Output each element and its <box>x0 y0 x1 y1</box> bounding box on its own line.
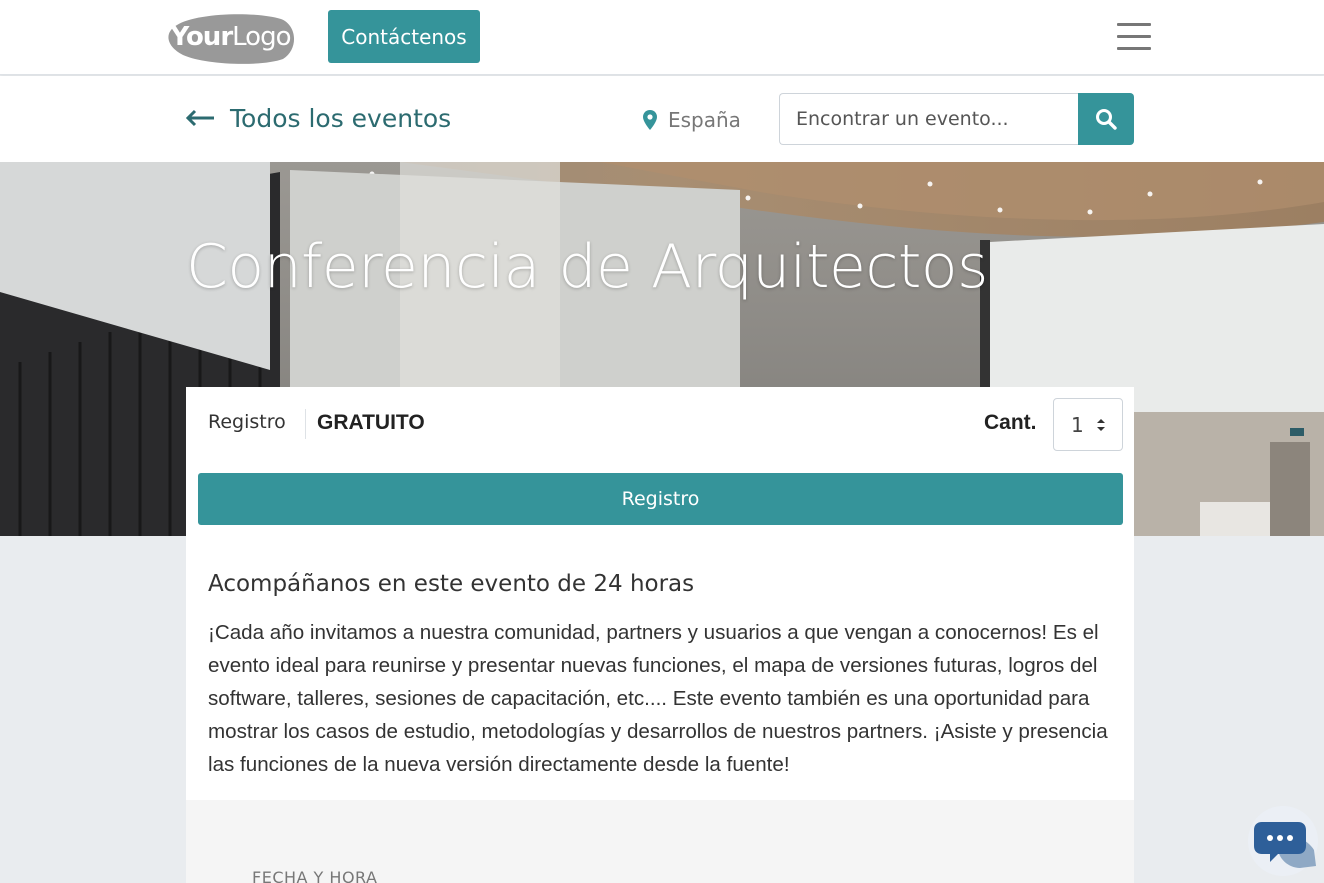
event-search-input[interactable] <box>779 93 1079 145</box>
quantity-label: Cant. <box>984 411 1037 434</box>
all-events-link[interactable]: Todos los eventos <box>186 101 451 135</box>
chat-bubble-icon[interactable] <box>1248 806 1318 876</box>
ticket-price: GRATUITO <box>317 411 425 434</box>
top-header: Your Logo Contáctenos <box>0 0 1324 75</box>
location-label: España <box>668 108 741 132</box>
registration-divider <box>305 409 306 439</box>
logo-text: Your Logo <box>165 9 296 65</box>
logo-text-light: Logo <box>232 22 291 52</box>
event-title: Conferencia de Arquitectos <box>186 232 988 302</box>
search-icon <box>1096 109 1117 130</box>
location-filter[interactable]: España <box>643 106 741 134</box>
map-pin-icon <box>643 110 657 130</box>
contact-button[interactable]: Contáctenos <box>328 10 480 63</box>
quantity-select[interactable]: 1 <box>1053 398 1123 451</box>
sort-caret-icon <box>1097 419 1105 431</box>
chat-icon-graphic <box>1254 822 1316 868</box>
registration-label: Registro <box>208 411 286 433</box>
search-button[interactable] <box>1078 93 1134 145</box>
all-events-label: Todos los eventos <box>230 103 452 133</box>
date-time-label: FECHA Y HORA <box>252 868 378 883</box>
description-body: ¡Cada año invitamos a nuestra comunidad,… <box>208 621 1108 776</box>
quantity-value: 1 <box>1071 412 1084 437</box>
site-logo[interactable]: Your Logo <box>165 9 296 65</box>
arrow-left-icon <box>186 109 214 127</box>
logo-text-bold: Your <box>170 22 234 52</box>
hamburger-menu-icon[interactable] <box>1117 23 1151 51</box>
description-heading: Acompáñanos en este evento de 24 horas <box>208 571 695 597</box>
register-button[interactable]: Registro <box>198 473 1123 525</box>
